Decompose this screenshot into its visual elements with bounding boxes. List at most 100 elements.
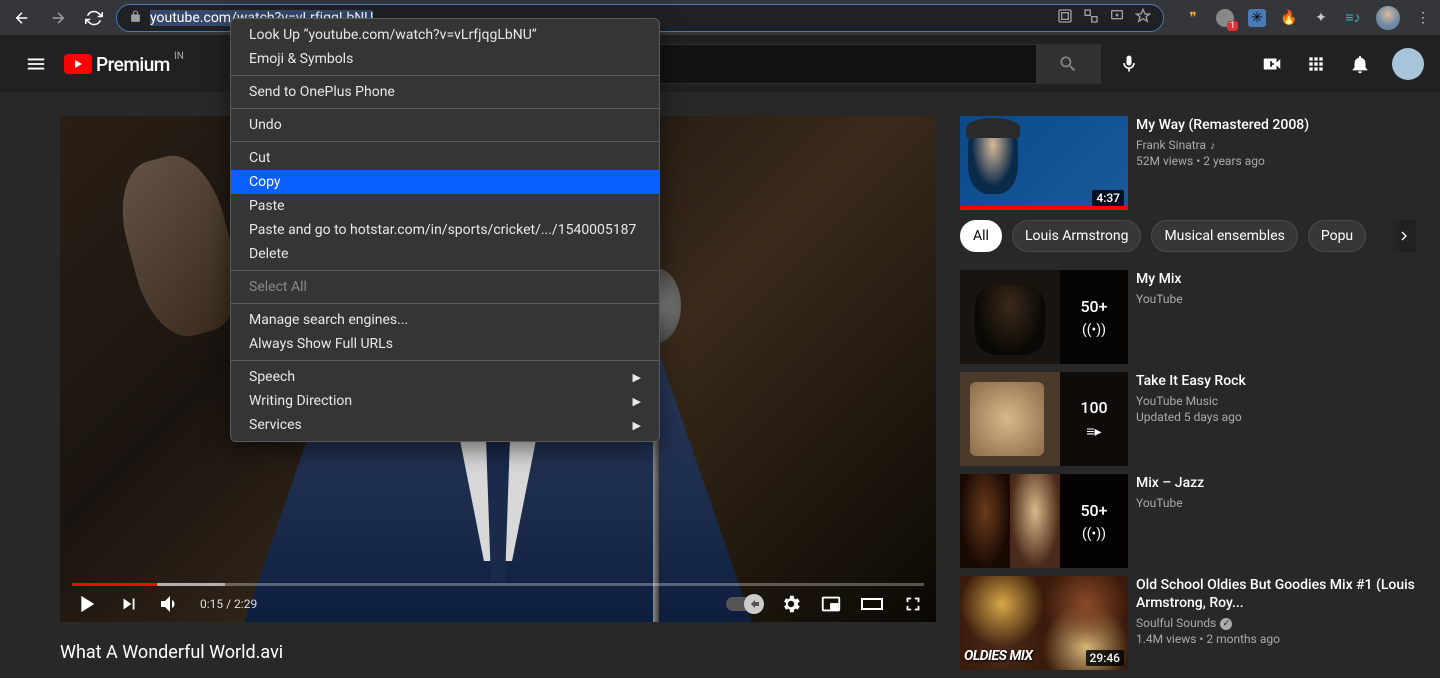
playlist-count: 100 [1080, 398, 1107, 417]
related-video[interactable]: 100 ≡▸ Take It Easy Rock YouTube Music U… [960, 372, 1416, 466]
related-sidebar: 4:37 My Way (Remastered 2008) Frank Sina… [960, 116, 1416, 678]
apps-button[interactable] [1304, 52, 1328, 76]
ext-icon-3[interactable]: ✳ [1248, 9, 1266, 27]
related-title: My Way (Remastered 2008) [1136, 116, 1416, 134]
time-display: 0:15 / 2:29 [200, 597, 257, 611]
extension-icons: ❞ 1 ✳ 🔥 ✦ ≡♪ ⋮ [1184, 6, 1432, 30]
player-controls: 0:15 / 2:29 [60, 586, 936, 622]
thumbnail-text: OLDIES MIX [964, 648, 1033, 664]
related-channel: Soulful Sounds✓ [1136, 616, 1416, 630]
browser-menu-icon[interactable]: ⋮ [1414, 9, 1432, 27]
ctx-speech[interactable]: Speech▶ [231, 365, 659, 389]
related-meta: 1.4M views • 2 months ago [1136, 632, 1416, 646]
ctx-services[interactable]: Services▶ [231, 413, 659, 437]
context-menu: Look Up “youtube.com/watch?v=vLrfjqgLbNU… [230, 18, 660, 442]
thumbnail: 50+ ((•)) [960, 270, 1128, 364]
duration-badge: 29:46 [1086, 650, 1124, 666]
related-channel: YouTube Music [1136, 394, 1416, 408]
related-meta: Updated 5 days ago [1136, 410, 1416, 424]
submenu-arrow-icon: ▶ [633, 419, 641, 432]
related-video[interactable]: 50+ ((•)) Mix – Jazz YouTube [960, 474, 1416, 568]
autoplay-toggle[interactable] [726, 597, 762, 611]
related-channel: Frank Sinatra♪ [1136, 138, 1416, 152]
ctx-emoji[interactable]: Emoji & Symbols [231, 47, 659, 71]
browser-toolbar: youtube.com/watch?v=vLrfjqgLbNU ❞ 1 ✳ 🔥 … [0, 0, 1440, 36]
ctx-undo[interactable]: Undo [231, 113, 659, 137]
ext-icon-1[interactable]: ❞ [1184, 9, 1202, 27]
duration-badge: 4:37 [1092, 190, 1124, 206]
watch-progress [960, 206, 1128, 210]
chip-ensembles[interactable]: Musical ensembles [1151, 220, 1297, 252]
playlist-overlay: 100 ≡▸ [1060, 372, 1128, 466]
youtube-logo[interactable]: Premium IN [64, 53, 170, 76]
ctx-select-all[interactable]: Select All [231, 275, 659, 299]
youtube-header: Premium IN [0, 36, 1440, 92]
related-meta: 52M views • 2 years ago [1136, 154, 1416, 168]
theater-button[interactable] [860, 592, 884, 616]
install-icon[interactable] [1109, 8, 1125, 28]
miniplayer-button[interactable] [820, 593, 842, 615]
related-title: Old School Oldies But Goodies Mix #1 (Lo… [1136, 576, 1416, 612]
volume-button[interactable] [158, 592, 182, 616]
forward-button[interactable] [44, 4, 72, 32]
chip-popular[interactable]: Popu [1308, 220, 1366, 252]
ext-icon-5[interactable]: ≡♪ [1344, 9, 1362, 27]
youtube-play-icon [64, 54, 92, 74]
ext-icon-2[interactable]: 1 [1216, 9, 1234, 27]
thumbnail: OLDIES MIX 29:46 [960, 576, 1128, 670]
next-button[interactable] [118, 593, 140, 615]
related-video[interactable]: 4:37 My Way (Remastered 2008) Frank Sina… [960, 116, 1416, 210]
ctx-separator [231, 270, 659, 271]
filter-chips: All Louis Armstrong Musical ensembles Po… [960, 220, 1416, 252]
ctx-separator [231, 75, 659, 76]
ctx-lookup[interactable]: Look Up “youtube.com/watch?v=vLrfjqgLbNU… [231, 23, 659, 47]
bookmark-icon[interactable] [1135, 8, 1151, 28]
related-video[interactable]: 50+ ((•)) My Mix YouTube [960, 270, 1416, 364]
extensions-icon[interactable]: ✦ [1312, 9, 1330, 27]
verified-icon: ✓ [1220, 618, 1232, 630]
thumbnail: 4:37 [960, 116, 1128, 210]
reload-button[interactable] [80, 4, 108, 32]
search-button[interactable] [1037, 44, 1101, 84]
ctx-writing-dir[interactable]: Writing Direction▶ [231, 389, 659, 413]
ctx-full-urls[interactable]: Always Show Full URLs [231, 332, 659, 356]
related-title: My Mix [1136, 270, 1416, 288]
ctx-cut[interactable]: Cut [231, 146, 659, 170]
notifications-button[interactable] [1348, 52, 1372, 76]
mix-count: 50+ [1080, 501, 1107, 520]
ctx-copy[interactable]: Copy [231, 170, 659, 194]
fullscreen-button[interactable] [902, 593, 924, 615]
related-video[interactable]: OLDIES MIX 29:46 Old School Oldies But G… [960, 576, 1416, 670]
reader-icon[interactable] [1057, 8, 1073, 28]
submenu-arrow-icon: ▶ [633, 371, 641, 384]
mix-icon: ((•)) [1082, 322, 1106, 338]
logo-text: Premium [96, 53, 170, 76]
ctx-paste[interactable]: Paste [231, 194, 659, 218]
related-channel: YouTube [1136, 292, 1416, 306]
translate-icon[interactable] [1083, 8, 1099, 28]
page-content: 0:15 / 2:29 What A Wonderful World.avi 4… [0, 92, 1440, 678]
settings-button[interactable] [780, 593, 802, 615]
chips-next-button[interactable] [1388, 220, 1416, 252]
create-button[interactable] [1260, 52, 1284, 76]
ctx-separator [231, 360, 659, 361]
ctx-separator [231, 108, 659, 109]
ext-icon-4[interactable]: 🔥 [1280, 9, 1298, 27]
play-button[interactable] [72, 590, 100, 618]
ctx-send-to[interactable]: Send to OnePlus Phone [231, 80, 659, 104]
ctx-paste-go[interactable]: Paste and go to hotstar.com/in/sports/cr… [231, 218, 659, 242]
voice-search-button[interactable] [1109, 44, 1149, 84]
account-avatar[interactable] [1392, 48, 1424, 80]
back-button[interactable] [8, 4, 36, 32]
ctx-manage-search[interactable]: Manage search engines... [231, 308, 659, 332]
ctx-delete[interactable]: Delete [231, 242, 659, 266]
chip-all[interactable]: All [960, 220, 1002, 252]
mix-overlay: 50+ ((•)) [1060, 474, 1128, 568]
profile-avatar[interactable] [1376, 6, 1400, 30]
guide-menu-button[interactable] [16, 44, 56, 84]
music-icon: ♪ [1210, 139, 1216, 152]
chip-artist[interactable]: Louis Armstrong [1012, 220, 1142, 252]
related-title: Mix – Jazz [1136, 474, 1416, 492]
ctx-separator [231, 141, 659, 142]
related-channel: YouTube [1136, 496, 1416, 510]
